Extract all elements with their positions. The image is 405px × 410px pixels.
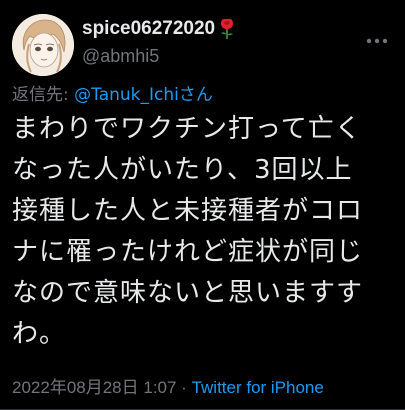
tweet-text-line: 接種した人と未接種者がコロ <box>12 196 364 226</box>
tweet-text: まわりでワクチン打って亡く なった人がいたり、3回以上 接種した人と未接種者がコ… <box>12 109 400 355</box>
user-handle[interactable]: @abmhi5 <box>82 46 342 67</box>
meta-separator: · <box>176 378 192 397</box>
avatar-illustration <box>12 14 74 76</box>
more-icon[interactable] <box>365 30 389 44</box>
source-link[interactable]: Twitter for iPhone <box>192 378 324 397</box>
reply-mention-link[interactable]: @Tanuk_Ichiさん <box>74 85 213 105</box>
tweet-text-line: なので意味ないと思いますす <box>12 278 364 308</box>
tweet-meta: 2022年08月28日 1:07 · Twitter for iPhone <box>12 373 324 398</box>
reply-context: 返信先: @Tanuk_Ichiさん <box>12 80 213 105</box>
avatar[interactable] <box>12 14 74 76</box>
tweet-card: spice06272020 @abmhi5 返信先: @Tanuk_Ichiさん… <box>0 0 405 410</box>
tweet-text-line: ナに罹ったけれど症状が同じ <box>12 237 364 267</box>
display-name-row[interactable]: spice06272020 <box>82 16 342 42</box>
display-name[interactable]: spice06272020 <box>82 18 215 40</box>
tweet-text-line: なった人がいたり、3回以上 <box>12 155 353 185</box>
tweet-header: spice06272020 @abmhi5 <box>12 12 393 76</box>
reply-prefix: 返信先: <box>12 85 75 105</box>
tweet-text-line: まわりでワクチン打って亡く <box>12 114 362 144</box>
rose-icon <box>218 18 236 40</box>
user-names: spice06272020 @abmhi5 <box>82 16 342 67</box>
timestamp-link[interactable]: 2022年08月28日 1:07 <box>12 378 176 397</box>
tweet-text-line: わ。 <box>12 319 67 349</box>
